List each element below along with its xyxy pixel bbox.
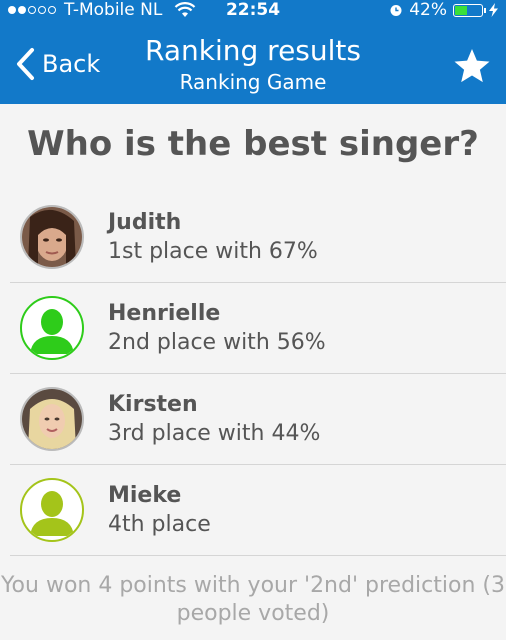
result-name: Henrielle: [108, 301, 221, 326]
avatar: [20, 296, 84, 360]
user-placeholder-icon: [30, 491, 74, 536]
result-row: Henrielle 2nd place with 56%: [10, 283, 506, 374]
result-rank: 2nd place with 56%: [108, 330, 326, 355]
avatar: [20, 387, 84, 451]
result-rank: 4th place: [108, 512, 211, 537]
star-icon: [454, 49, 490, 83]
charging-icon: [489, 3, 498, 17]
avatar: [20, 478, 84, 542]
user-placeholder-icon: [30, 309, 74, 354]
result-row: Kirsten 3rd place with 44%: [10, 374, 506, 465]
result-rank: 1st place with 67%: [108, 239, 318, 264]
favorite-button[interactable]: [452, 46, 492, 86]
result-name: Judith: [108, 210, 182, 235]
result-rank: 3rd place with 44%: [108, 421, 321, 446]
page-title: Ranking results: [145, 34, 361, 67]
battery-percent: 42%: [409, 0, 447, 20]
page-subtitle: Ranking Game: [179, 70, 327, 94]
battery-icon: [453, 3, 486, 17]
question-heading: Who is the best singer?: [27, 124, 479, 164]
avatar: [20, 205, 84, 269]
result-summary: You won 4 points with your '2nd' predict…: [1, 573, 505, 626]
header-bar: T-Mobile NL 22:54 42% Back Ranking resul…: [0, 0, 506, 104]
navigation-bar: Back Ranking results Ranking Game: [0, 28, 506, 104]
result-row: Mieke 4th place: [10, 465, 506, 556]
alarm-icon: [390, 5, 402, 16]
result-name: Kirsten: [108, 392, 198, 417]
status-bar: T-Mobile NL 22:54 42%: [0, 0, 506, 20]
result-row: Judith 1st place with 67%: [10, 192, 506, 283]
status-right: 42%: [389, 0, 498, 20]
results-list: Judith 1st place with 67% Henrielle 2nd …: [0, 192, 506, 556]
result-name: Mieke: [108, 483, 182, 508]
